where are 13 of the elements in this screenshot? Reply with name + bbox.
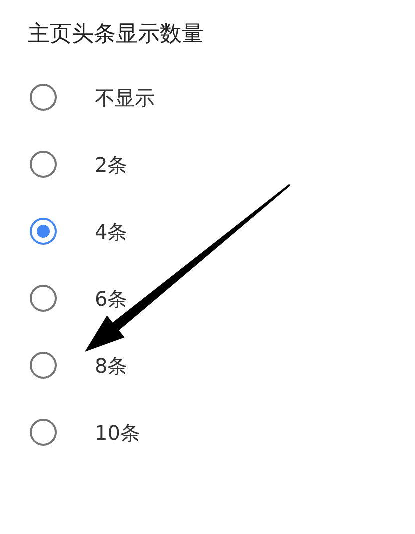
option-label[interactable]: 10条 bbox=[95, 418, 140, 448]
radio-button[interactable] bbox=[30, 84, 57, 111]
radio-button[interactable] bbox=[30, 285, 57, 312]
radio-button[interactable] bbox=[30, 151, 57, 178]
option-label[interactable]: 4条 bbox=[95, 216, 128, 246]
radio-button[interactable] bbox=[30, 352, 57, 379]
option-label[interactable]: 不显示 bbox=[95, 82, 155, 112]
dialog-title: 主页头条显示数量 bbox=[28, 21, 204, 49]
option-label[interactable]: 8条 bbox=[95, 350, 128, 380]
option-label[interactable]: 2条 bbox=[95, 150, 128, 180]
radio-button[interactable] bbox=[30, 419, 57, 446]
option-label[interactable]: 6条 bbox=[95, 284, 128, 314]
radio-button[interactable] bbox=[30, 218, 57, 245]
